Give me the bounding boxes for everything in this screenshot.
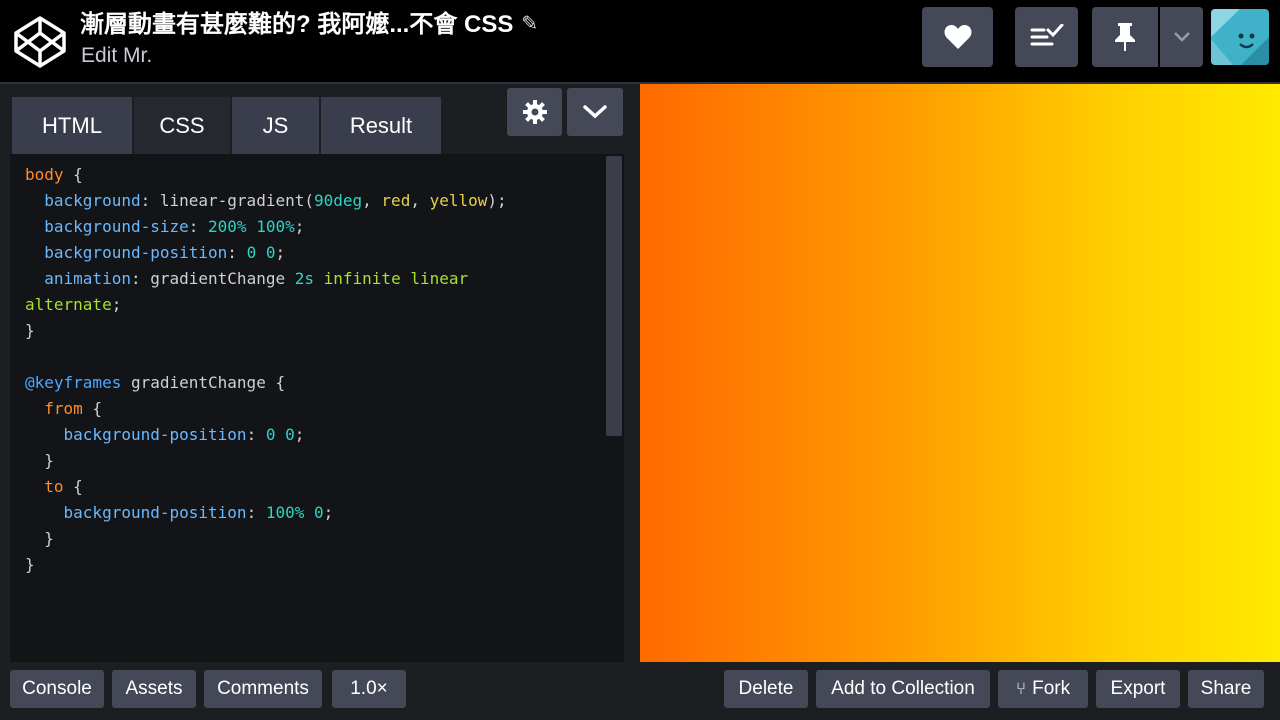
code-line: body { (25, 162, 507, 188)
code-line: animation: gradientChange 2s infinite li… (25, 266, 507, 292)
code-token: animation (25, 269, 131, 288)
code-token: background-position (25, 243, 228, 262)
code-scrollbar[interactable] (606, 156, 622, 436)
code-token: ; (323, 503, 334, 522)
code-token: background (25, 191, 141, 210)
code-token: ; (111, 295, 122, 314)
code-token: ; (294, 217, 305, 236)
editor-settings-button[interactable] (507, 88, 562, 136)
pin-button[interactable] (1092, 7, 1158, 67)
pen-author[interactable]: Edit Mr. (81, 44, 152, 68)
export-button[interactable]: Export (1096, 670, 1180, 708)
zoom-level-button[interactable]: 1.0× (332, 670, 406, 708)
code-token: ); (487, 191, 507, 210)
code-line: background-position: 100% 0; (25, 500, 507, 526)
code-token: red (381, 191, 411, 210)
code-token: background-size (25, 217, 189, 236)
code-line: background-position: 0 0; (25, 240, 507, 266)
code-token: 0 0 (265, 425, 295, 444)
code-line: } (25, 318, 507, 344)
code-token: gradientChange { (121, 373, 286, 392)
heart-icon (943, 25, 972, 49)
code-token: background-position (25, 425, 247, 444)
code-token: } (25, 529, 54, 548)
code-token: { (82, 399, 103, 418)
code-token: } (25, 321, 35, 340)
editor-collapse-button[interactable] (567, 88, 623, 136)
codepen-logo-icon[interactable] (12, 14, 68, 70)
code-line: background-position: 0 0; (25, 422, 507, 448)
code-token: background-position (25, 503, 247, 522)
code-token: alternate (25, 295, 112, 314)
chevron-down-icon (583, 105, 607, 119)
code-token: yellow (429, 191, 488, 210)
code-token: 2s (294, 269, 314, 288)
pen-title[interactable]: 漸層動畫有甚麼難的? 我阿嬤...不會 CSS ✎ (80, 4, 538, 39)
heart-button[interactable] (922, 7, 993, 67)
code-line: background: linear-gradient(90deg, red, … (25, 188, 507, 214)
code-line: background-size: 200% 100%; (25, 214, 507, 240)
fork-icon: ⑂ (1015, 679, 1027, 698)
list-check-icon (1030, 24, 1063, 46)
tab-result[interactable]: Result (321, 97, 441, 154)
code-line: } (25, 552, 507, 578)
code-token: } (25, 555, 35, 574)
code-token: } (25, 451, 54, 470)
code-token: 90deg (313, 191, 363, 210)
console-button[interactable]: Console (10, 670, 104, 708)
add-to-collection-header-button[interactable] (1015, 7, 1078, 67)
delete-button[interactable]: Delete (724, 670, 808, 708)
code-token: 0 0 (246, 243, 276, 262)
bottom-toolbar: Console Assets Comments 1.0× Delete Add … (0, 662, 1280, 720)
pencil-icon[interactable]: ✎ (521, 11, 538, 36)
css-code-editor[interactable]: body { background: linear-gradient(90deg… (10, 154, 624, 662)
code-token: { (63, 165, 83, 184)
code-token: : gradientChange (130, 269, 295, 288)
chevron-down-icon (1173, 32, 1190, 42)
code-token: ; (275, 243, 286, 262)
code-line: from { (25, 396, 507, 422)
code-line: } (25, 526, 507, 552)
top-header: 漸層動畫有甚麼難的? 我阿嬤...不會 CSS ✎ Edit Mr. (0, 0, 1280, 82)
code-token: , (362, 191, 382, 210)
code-token: : linear-gradient( (140, 191, 314, 210)
code-line: } (25, 448, 507, 474)
result-preview[interactable] (640, 84, 1280, 662)
code-token: 100% 0 (265, 503, 324, 522)
code-token: to (25, 477, 64, 496)
code-token: : (227, 243, 247, 262)
code-token: infinite linear (314, 269, 469, 288)
user-avatar[interactable] (1211, 9, 1269, 65)
code-token: 200% 100% (208, 217, 295, 236)
code-line: alternate; (25, 292, 507, 318)
comments-button[interactable]: Comments (204, 670, 322, 708)
code-line: @keyframes gradientChange { (25, 370, 507, 396)
pin-icon (1115, 23, 1135, 51)
tab-js[interactable]: JS (232, 97, 319, 154)
pin-menu-button[interactable] (1160, 7, 1203, 67)
tab-html[interactable]: HTML (12, 97, 132, 154)
code-token: : (246, 503, 266, 522)
gear-icon (522, 100, 547, 124)
share-button[interactable]: Share (1188, 670, 1264, 708)
fork-button[interactable]: ⑂ Fork (998, 670, 1088, 708)
css-code[interactable]: body { background: linear-gradient(90deg… (25, 162, 507, 578)
code-token: : (188, 217, 209, 236)
code-token: ; (294, 425, 305, 444)
assets-button[interactable]: Assets (112, 670, 196, 708)
tab-css[interactable]: CSS (134, 97, 230, 154)
code-token: body (25, 165, 64, 184)
fork-label: Fork (1032, 678, 1071, 699)
code-token: : (246, 425, 266, 444)
code-token: from (25, 399, 83, 418)
code-token: , (410, 191, 430, 210)
code-token: @keyframes (25, 373, 122, 392)
code-token: { (63, 477, 83, 496)
add-to-collection-button[interactable]: Add to Collection (816, 670, 990, 708)
pen-title-text: 漸層動畫有甚麼難的? 我阿嬤...不會 CSS (80, 11, 514, 38)
code-line: to { (25, 474, 507, 500)
code-editor-area: HTML CSS JS Result body { background: li… (0, 84, 640, 662)
